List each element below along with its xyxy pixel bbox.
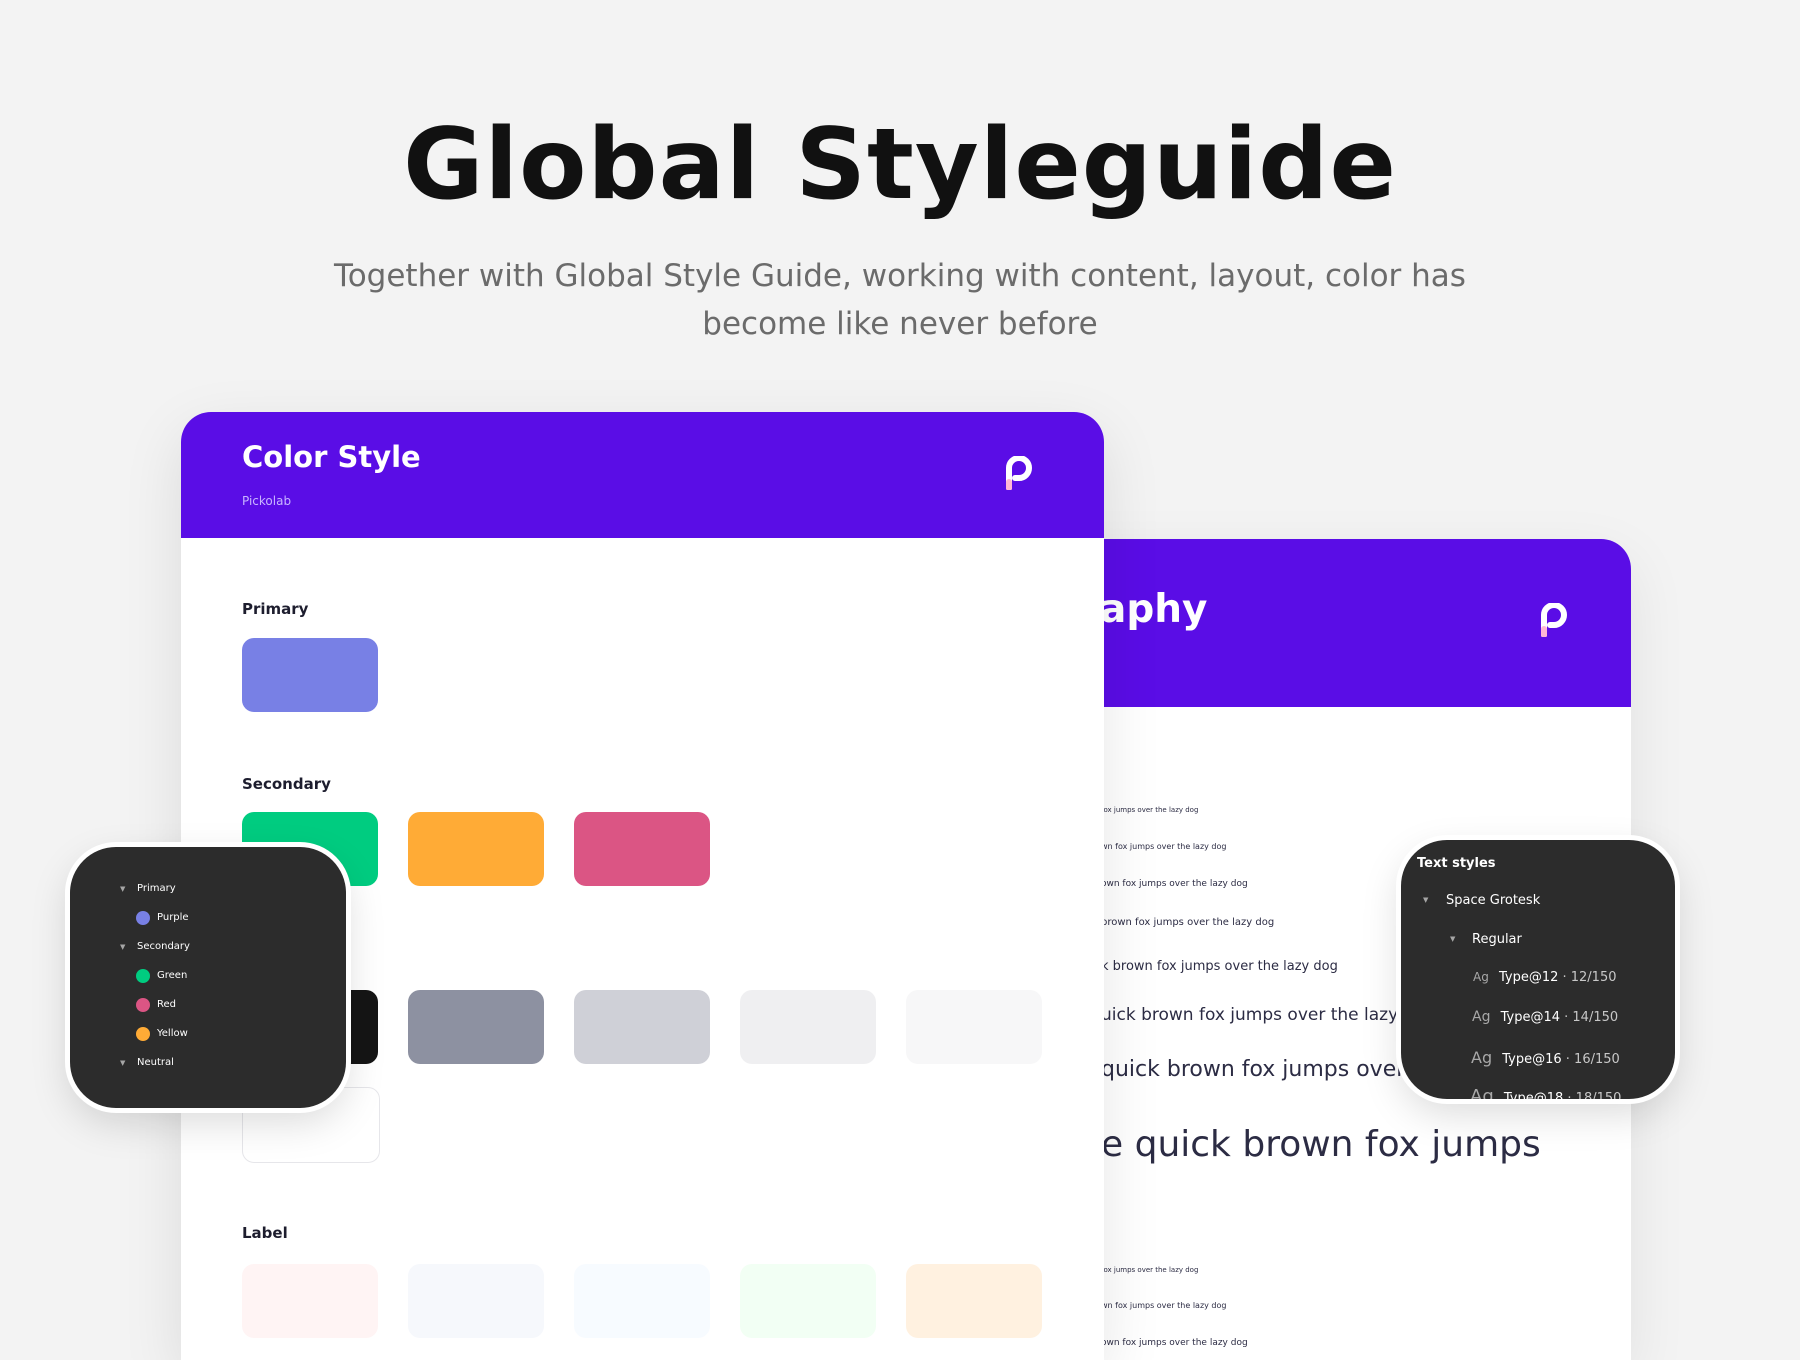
type-sample-line: wn fox jumps over the lazy dog: [1101, 842, 1227, 851]
chevron-down-icon[interactable]: ▼: [120, 885, 125, 893]
swatch-secondary[interactable]: [574, 812, 710, 886]
type-sample-line: fox jumps over the lazy dog: [1101, 1266, 1199, 1274]
swatch-label[interactable]: [906, 1264, 1042, 1338]
text-style-item[interactable]: Ag Type@18 · 18/150: [1470, 1086, 1621, 1099]
type-sample-line: fox jumps over the lazy dog: [1101, 806, 1199, 814]
text-style-name: Type@18: [1499, 1091, 1568, 1099]
swatch-label[interactable]: [574, 1264, 710, 1338]
color-card-brand: Pickolab: [242, 494, 292, 508]
swatch-primary[interactable]: [242, 638, 378, 712]
color-card-title: Color Style: [242, 440, 421, 474]
section-label-primary: Primary: [242, 600, 309, 618]
page-title: Global Styleguide: [403, 108, 1397, 222]
color-dot-icon: [136, 911, 150, 925]
text-style-item[interactable]: Ag Type@12 · 12/150: [1473, 970, 1617, 985]
tree-group-neutral[interactable]: Neutral: [137, 1057, 174, 1068]
swatch-label[interactable]: [242, 1264, 378, 1338]
type-sample-line: own fox jumps over the lazy dog: [1101, 1338, 1248, 1348]
text-style-name: Type@16: [1498, 1052, 1566, 1067]
typography-card-title: aphy: [1100, 587, 1208, 632]
tree-group-primary[interactable]: Primary: [137, 883, 176, 894]
tree-color-green[interactable]: Green: [157, 970, 187, 981]
type-preview-icon: Ag: [1473, 970, 1489, 984]
swatch-secondary[interactable]: [408, 812, 544, 886]
text-style-meta: · 14/150: [1564, 1010, 1619, 1025]
pickolab-logo-icon: [1006, 456, 1032, 490]
type-sample-line: e quick brown fox jumps: [1101, 1124, 1541, 1165]
section-label-secondary: Secondary: [242, 775, 331, 793]
tree-color-red[interactable]: Red: [157, 999, 176, 1010]
tree-color-yellow[interactable]: Yellow: [157, 1028, 188, 1039]
type-preview-icon: Ag: [1471, 1048, 1493, 1067]
text-styles-panel: Text styles ▼ Space Grotesk ▼ Regular Ag…: [1401, 840, 1675, 1099]
chevron-down-icon[interactable]: ▼: [120, 1059, 125, 1067]
subtitle-line-1: Together with Global Style Guide, workin…: [334, 258, 1466, 294]
swatch-label[interactable]: [740, 1264, 876, 1338]
type-preview-icon: Ag: [1470, 1086, 1494, 1099]
tree-color-purple[interactable]: Purple: [157, 912, 189, 923]
type-sample-line: k brown fox jumps over the lazy dog: [1101, 959, 1338, 974]
chevron-down-icon[interactable]: ▼: [1423, 896, 1428, 904]
chevron-down-icon[interactable]: ▼: [1450, 935, 1455, 943]
text-style-meta: · 16/150: [1565, 1052, 1620, 1067]
text-style-item[interactable]: Ag Type@16 · 16/150: [1471, 1048, 1620, 1067]
color-dot-icon: [136, 969, 150, 983]
swatch-label[interactable]: [408, 1264, 544, 1338]
subtitle-line-2: become like never before: [702, 306, 1098, 342]
type-sample-line: quick brown fox jumps over t: [1101, 1057, 1421, 1082]
font-family-item[interactable]: Space Grotesk: [1446, 893, 1540, 908]
swatch-neutral[interactable]: [574, 990, 710, 1064]
type-sample-line: wn fox jumps over the lazy dog: [1101, 1301, 1227, 1310]
font-weight-item[interactable]: Regular: [1472, 932, 1522, 947]
page-subtitle: Together with Global Style Guide, workin…: [300, 252, 1500, 348]
pickolab-logo-icon: [1541, 603, 1567, 637]
swatch-neutral[interactable]: [740, 990, 876, 1064]
chevron-down-icon[interactable]: ▼: [120, 943, 125, 951]
type-sample-line: own fox jumps over the lazy dog: [1101, 879, 1248, 889]
color-card-header: Color Style Pickolab: [181, 412, 1104, 538]
color-dot-icon: [136, 998, 150, 1012]
text-style-name: Type@12: [1494, 970, 1563, 985]
color-styles-panel: ▼ Primary Purple ▼ Secondary Green Red Yellow ▼ N…: [70, 847, 346, 1108]
swatch-neutral[interactable]: [408, 990, 544, 1064]
type-sample-line: uick brown fox jumps over the lazy do: [1101, 1005, 1425, 1025]
type-preview-icon: Ag: [1472, 1009, 1491, 1025]
text-style-item[interactable]: Ag Type@14 · 14/150: [1472, 1009, 1618, 1025]
color-dot-icon: [136, 1027, 150, 1041]
text-style-meta: · 18/150: [1567, 1091, 1622, 1099]
type-sample-line: brown fox jumps over the lazy dog: [1101, 917, 1275, 928]
text-style-meta: · 12/150: [1562, 970, 1617, 985]
swatch-neutral[interactable]: [906, 990, 1042, 1064]
text-styles-title: Text styles: [1417, 856, 1496, 871]
text-style-name: Type@14: [1496, 1010, 1565, 1025]
section-label-label: Label: [242, 1224, 288, 1242]
tree-group-secondary[interactable]: Secondary: [137, 941, 190, 952]
